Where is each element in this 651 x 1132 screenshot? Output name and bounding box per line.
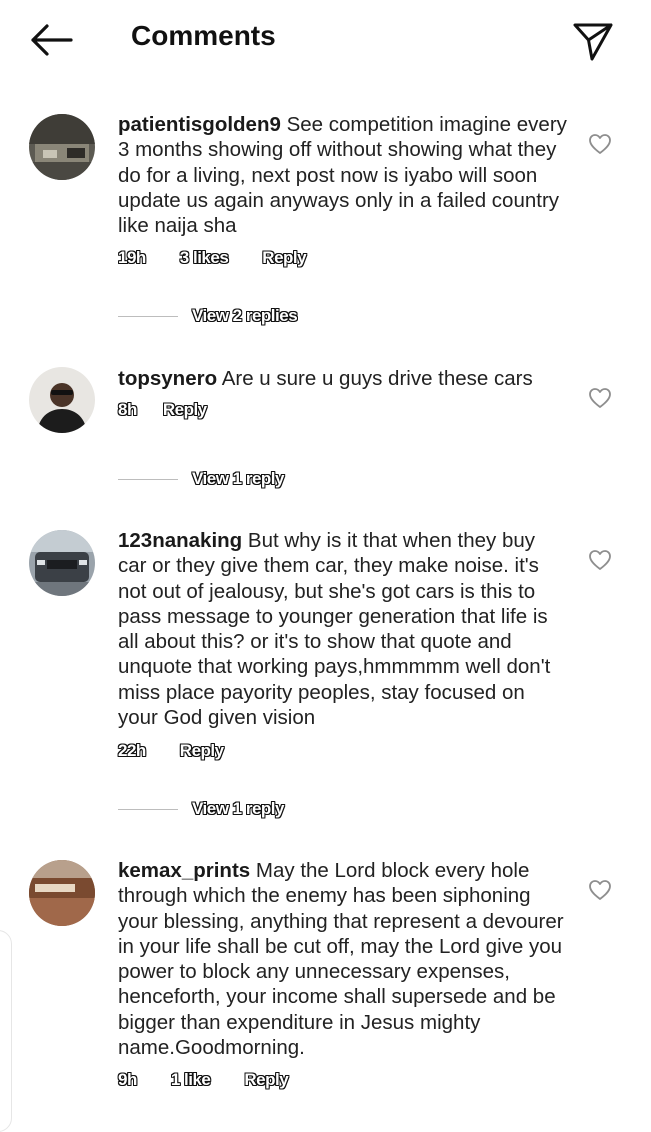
comment-text: Are u sure u guys drive these cars — [221, 367, 533, 390]
comment-username[interactable]: topsynero — [118, 367, 217, 390]
comment-time: 8h — [118, 400, 137, 419]
replies-divider — [118, 315, 178, 317]
arrow-left-icon[interactable] — [28, 22, 74, 58]
screen-edge-decoration — [0, 930, 12, 1132]
replies-divider — [118, 478, 178, 480]
reply-button[interactable]: Reply — [163, 400, 207, 424]
comment-text: May the Lord block every hole through wh… — [118, 859, 564, 1060]
comment-time: 19h — [118, 248, 146, 267]
comment-body: kemax_prints May the Lord block every ho… — [118, 858, 568, 1060]
comment-text: But why is it that when they buy car or … — [118, 529, 551, 730]
heart-icon[interactable] — [588, 387, 612, 409]
replies-divider — [118, 808, 178, 810]
paper-plane-icon[interactable] — [570, 18, 616, 64]
comment-body: 123nanaking But why is it that when they… — [118, 528, 568, 730]
heart-icon[interactable] — [588, 549, 612, 571]
comment-time: 9h — [118, 1070, 137, 1089]
comment-username[interactable]: patientisgolden9 — [118, 113, 281, 136]
view-replies-label[interactable]: View 1 reply — [192, 469, 284, 489]
comment-username[interactable]: 123nanaking — [118, 529, 242, 552]
comment-likes[interactable]: 3 likes — [180, 248, 229, 272]
comment-likes[interactable]: 1 like — [171, 1070, 211, 1094]
reply-button[interactable]: Reply — [180, 741, 224, 765]
heart-icon[interactable] — [588, 879, 612, 901]
view-replies-button[interactable]: View 2 replies — [118, 304, 298, 328]
avatar[interactable] — [29, 860, 95, 926]
reply-button[interactable]: Reply — [244, 1070, 288, 1094]
avatar[interactable] — [29, 114, 95, 180]
comment-time: 22h — [118, 741, 146, 760]
view-replies-button[interactable]: View 1 reply — [118, 797, 284, 821]
comment-meta: 8h Reply — [118, 400, 241, 424]
header-bar: Comments — [0, 0, 651, 80]
view-replies-button[interactable]: View 1 reply — [118, 467, 284, 491]
reply-button[interactable]: Reply — [262, 248, 306, 272]
comment-meta: 22h Reply — [118, 741, 258, 765]
avatar[interactable] — [29, 367, 95, 433]
heart-icon[interactable] — [588, 133, 612, 155]
view-replies-label[interactable]: View 1 reply — [192, 799, 284, 819]
comment-body: topsynero Are u sure u guys drive these … — [118, 366, 568, 391]
comment-username[interactable]: kemax_prints — [118, 859, 250, 882]
comment-meta: 9h 1 like Reply — [118, 1070, 322, 1094]
avatar[interactable] — [29, 530, 95, 596]
view-replies-label[interactable]: View 2 replies — [192, 306, 298, 326]
page-title: Comments — [131, 20, 276, 51]
comment-body: patientisgolden9 See competition imagine… — [118, 112, 568, 238]
comment-meta: 19h 3 likes Reply — [118, 248, 340, 272]
